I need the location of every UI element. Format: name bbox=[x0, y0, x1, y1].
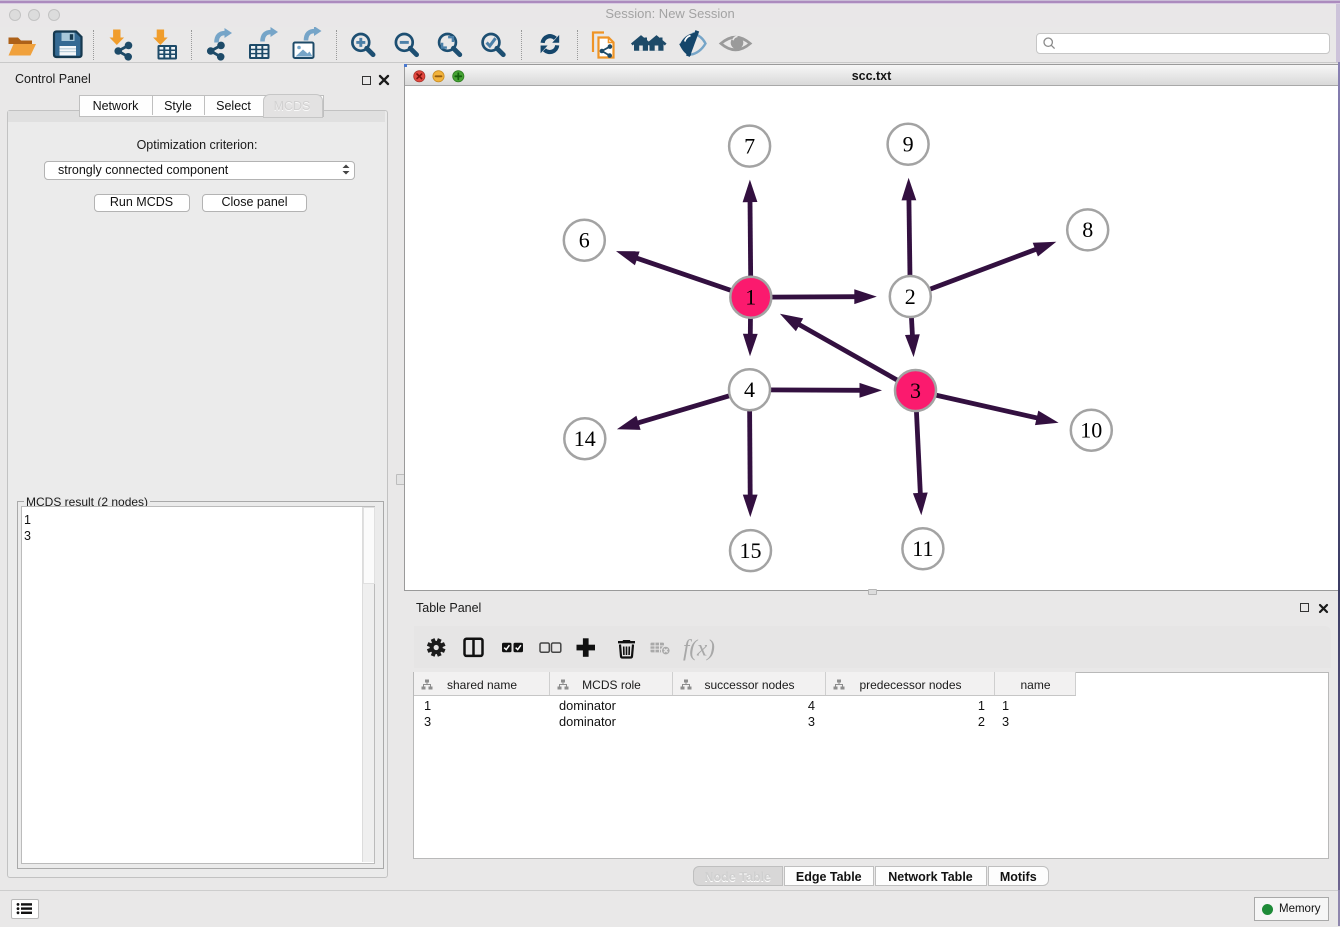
svg-text:1: 1 bbox=[745, 285, 756, 310]
svg-text:9: 9 bbox=[903, 132, 914, 157]
svg-text:3: 3 bbox=[910, 378, 921, 403]
svg-text:7: 7 bbox=[744, 133, 755, 158]
svg-text:6: 6 bbox=[579, 228, 590, 253]
svg-text:f(x): f(x) bbox=[683, 636, 715, 661]
svg-text:15: 15 bbox=[740, 538, 762, 563]
svg-text:2: 2 bbox=[905, 284, 916, 309]
svg-text:10: 10 bbox=[1080, 418, 1102, 443]
svg-text:4: 4 bbox=[744, 377, 755, 402]
svg-text:11: 11 bbox=[912, 536, 933, 561]
svg-text:14: 14 bbox=[574, 426, 596, 451]
svg-text:8: 8 bbox=[1082, 217, 1093, 242]
